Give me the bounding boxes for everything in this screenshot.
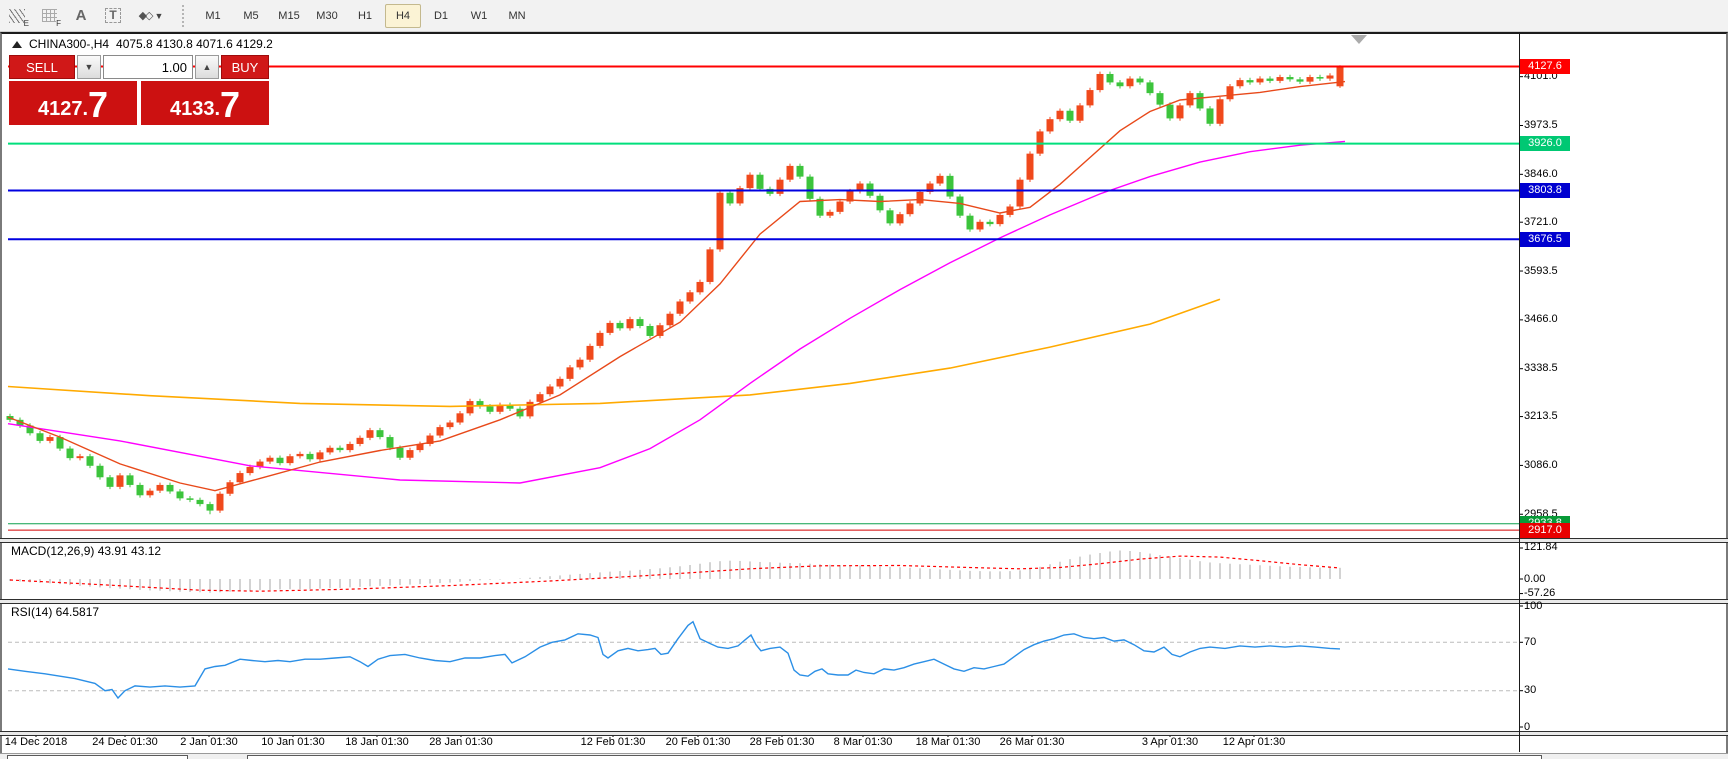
dock-box-left <box>7 755 188 759</box>
timeframe-button-M15[interactable]: M15 <box>271 4 307 28</box>
sell-button[interactable]: SELL <box>9 55 75 79</box>
toolbar: E F A T ◆◇ ▼ M1M5M15M30H1H4D1W1MN <box>0 0 1728 32</box>
price-axis-label: 3086.0 <box>1524 459 1584 472</box>
price-axis-label: 3466.0 <box>1524 313 1584 326</box>
buy-price-display[interactable]: 4133. 7 <box>141 81 269 125</box>
mouse-cursor-marker <box>1351 35 1367 44</box>
timeframe-button-W1[interactable]: W1 <box>461 4 497 28</box>
timeframe-button-H1[interactable]: H1 <box>347 4 383 28</box>
rsi-axis-label: 0 <box>1524 721 1584 734</box>
price-axis-label: 3213.5 <box>1524 410 1584 423</box>
date-axis-label: 20 Feb 01:30 <box>666 736 731 748</box>
timeframe-button-H4[interactable]: H4 <box>385 4 421 28</box>
price-level-badge: 2917.0 <box>1520 523 1570 538</box>
price-level-badge: 3803.8 <box>1520 183 1570 198</box>
date-axis-label: 12 Apr 01:30 <box>1223 736 1285 748</box>
arrows-tool-button[interactable]: ◆◇ ▼ <box>130 2 172 30</box>
sell-price-main: 4127. <box>38 96 88 122</box>
date-axis-label: 12 Feb 01:30 <box>581 736 646 748</box>
collapse-triangle-icon[interactable] <box>12 41 22 48</box>
macd-indicator-label: MACD(12,26,9) 43.91 43.12 <box>11 544 161 558</box>
volume-increase-button[interactable]: ▲ <box>195 55 219 79</box>
date-axis-label: 3 Apr 01:30 <box>1142 736 1198 748</box>
timeframe-button-MN[interactable]: MN <box>499 4 535 28</box>
text-a-icon: A <box>76 7 87 24</box>
dock-box-right <box>247 755 1542 759</box>
price-level-badge: 3676.5 <box>1520 232 1570 247</box>
chart-window <box>0 32 1728 759</box>
chevron-down-icon: ▼ <box>85 62 94 72</box>
price-axis-label: 3593.5 <box>1524 265 1584 278</box>
timeframe-button-M30[interactable]: M30 <box>309 4 345 28</box>
timeframe-button-M5[interactable]: M5 <box>233 4 269 28</box>
date-axis-label: 8 Mar 01:30 <box>834 736 893 748</box>
price-level-badge: 4127.6 <box>1520 59 1570 74</box>
chart-header: CHINA300-,H4 4075.8 4130.8 4071.6 4129.2 <box>12 37 273 51</box>
tool-sub-letter: E <box>24 20 29 28</box>
timeframe-button-group: M1M5M15M30H1H4D1W1MN <box>194 4 536 28</box>
date-axis-label: 28 Feb 01:30 <box>750 736 815 748</box>
grid-dots-icon <box>42 9 57 22</box>
date-axis-label: 2 Jan 01:30 <box>180 736 238 748</box>
sell-price-big-digit: 7 <box>88 88 108 122</box>
rsi-indicator-label: RSI(14) 64.5817 <box>11 605 99 619</box>
text-label-tool-button[interactable]: A <box>66 2 96 30</box>
hatch-lines-icon <box>9 9 25 23</box>
volume-input[interactable] <box>103 55 193 79</box>
macd-pane-splitter[interactable] <box>0 538 1728 543</box>
sell-price-display[interactable]: 4127. 7 <box>9 81 137 125</box>
volume-decrease-button[interactable]: ▼ <box>77 55 101 79</box>
rsi-axis-label: 30 <box>1524 684 1584 697</box>
macd-axis-label: 121.84 <box>1524 541 1584 554</box>
one-click-trade-panel: SELL ▼ ▲ BUY 4127. 7 4133. 7 <box>9 55 269 125</box>
date-axis-label: 24 Dec 01:30 <box>92 736 157 748</box>
bottom-dock-strip <box>0 753 1728 759</box>
ohlc-values-label: 4075.8 4130.8 4071.6 4129.2 <box>116 37 273 51</box>
date-axis-label: 18 Jan 01:30 <box>345 736 409 748</box>
toolbar-group-handle[interactable] <box>182 5 188 27</box>
grid-f-tool-button[interactable]: F <box>34 2 64 30</box>
buy-button[interactable]: BUY <box>221 55 269 79</box>
timeframe-button-D1[interactable]: D1 <box>423 4 459 28</box>
chevron-up-icon: ▲ <box>203 62 212 72</box>
date-axis-label: 14 Dec 2018 <box>5 736 67 748</box>
text-box-tool-button[interactable]: T <box>98 2 128 30</box>
price-axis-label: 3721.0 <box>1524 216 1584 229</box>
draw-hatch-e-tool-button[interactable]: E <box>2 2 32 30</box>
macd-axis-label: -57.26 <box>1524 587 1584 600</box>
date-axis-label: 10 Jan 01:30 <box>261 736 325 748</box>
date-axis-label: 28 Jan 01:30 <box>429 736 493 748</box>
price-axis-label: 3338.5 <box>1524 362 1584 375</box>
rsi-axis-label: 70 <box>1524 636 1584 649</box>
timeframe-button-M1[interactable]: M1 <box>195 4 231 28</box>
arrows-diamond-icon: ◆◇ <box>139 9 152 22</box>
price-level-badge: 3926.0 <box>1520 136 1570 151</box>
text-box-t-icon: T <box>105 8 120 23</box>
chevron-down-icon: ▼ <box>155 11 164 21</box>
macd-axis-label: 0.00 <box>1524 573 1584 586</box>
rsi-pane-splitter[interactable] <box>0 599 1728 604</box>
buy-price-big-digit: 7 <box>220 88 240 122</box>
buy-price-main: 4133. <box>170 96 220 122</box>
tool-sub-letter: F <box>56 20 61 28</box>
rsi-axis-label: 100 <box>1524 600 1584 613</box>
symbol-period-label: CHINA300-,H4 <box>29 37 109 51</box>
date-axis-label: 18 Mar 01:30 <box>916 736 981 748</box>
trading-platform-screen: E F A T ◆◇ ▼ M1M5M15M30H1H4D1W1MN CHINA3… <box>0 0 1728 759</box>
date-axis-label: 26 Mar 01:30 <box>1000 736 1065 748</box>
price-axis-label: 3846.0 <box>1524 168 1584 181</box>
price-axis-label: 3973.5 <box>1524 119 1584 132</box>
